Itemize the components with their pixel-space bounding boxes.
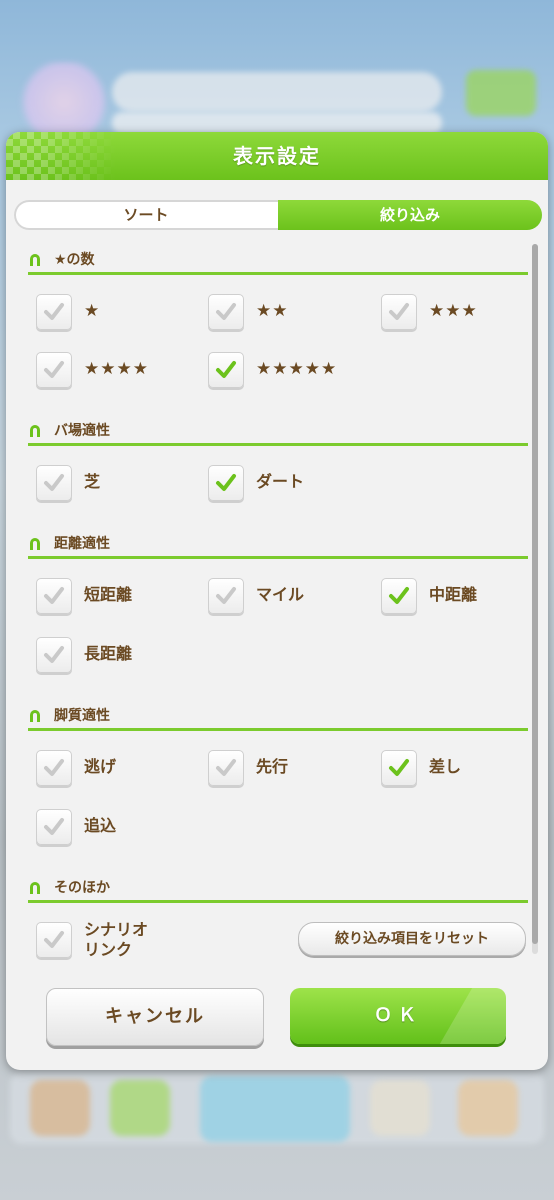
background-bottom-icon: [458, 1080, 518, 1136]
section-header-star-count: ★の数: [28, 250, 528, 275]
scrollbar-thumb[interactable]: [532, 244, 538, 944]
checkmark-icon: [44, 931, 64, 948]
section-title: 距離適性: [54, 536, 110, 552]
checkmark-icon: [44, 759, 64, 776]
background-status-bar-secondary: [112, 112, 442, 134]
checkmark-icon: [216, 303, 236, 320]
background-green-button: [466, 70, 536, 116]
checkbox[interactable]: [208, 465, 244, 501]
checkbox[interactable]: [36, 750, 72, 786]
checkmark-icon: [44, 818, 64, 835]
checkbox[interactable]: [208, 578, 244, 614]
section-header-style: 脚質適性: [28, 706, 528, 731]
checkmark-icon: [216, 587, 236, 604]
dialog-title: 表示設定: [233, 144, 321, 168]
checkmark-icon: [216, 474, 236, 491]
section-title: ★の数: [54, 252, 95, 268]
option-label: シナリオ リンク: [84, 920, 148, 960]
background-bottom-icon: [110, 1080, 170, 1136]
option-label: ★★★★★: [256, 359, 338, 379]
horseshoe-icon: [30, 254, 40, 266]
section-header-distance: 距離適性: [28, 534, 528, 559]
checkbox[interactable]: [36, 294, 72, 330]
background-bottom-icon: [370, 1080, 430, 1136]
section-title: 脚質適性: [54, 708, 110, 724]
horseshoe-icon: [30, 882, 40, 894]
section-header-other: そのほか: [28, 878, 528, 903]
option-label: 先行: [256, 757, 289, 776]
tab-sort[interactable]: ソート: [14, 200, 278, 230]
option-label-line2: リンク: [84, 940, 133, 959]
checkbox[interactable]: [381, 750, 417, 786]
option-label: 短距離: [84, 585, 133, 604]
checkmark-icon: [44, 646, 64, 663]
checkmark-icon: [389, 303, 409, 320]
checkmark-icon: [389, 759, 409, 776]
checkbox[interactable]: [208, 294, 244, 330]
ok-button[interactable]: ＯＫ: [290, 988, 506, 1044]
option-label: ダート: [256, 472, 305, 491]
option-label: 追込: [84, 816, 117, 835]
horseshoe-icon: [30, 425, 40, 437]
option-label: 長距離: [84, 644, 133, 663]
filter-options-list[interactable]: ★の数 ★ ★★ ★★★ ★★★★ ★★★★★ バ場適性 芝 ダート 距離適性 …: [6, 240, 548, 964]
scrollbar[interactable]: [532, 244, 538, 954]
checkbox[interactable]: [381, 578, 417, 614]
section-title: そのほか: [54, 880, 110, 896]
display-settings-dialog: 表示設定 ソート 絞り込み ★の数 ★ ★★ ★★★ ★★★★ ★★★★★ バ場…: [6, 132, 548, 1070]
checkmark-icon: [389, 587, 409, 604]
checkbox[interactable]: [36, 637, 72, 673]
section-title: バ場適性: [54, 423, 110, 439]
cancel-button[interactable]: キャンセル: [46, 988, 264, 1046]
checkmark-icon: [44, 474, 64, 491]
option-label: ★: [84, 301, 101, 321]
option-label: 中距離: [429, 585, 478, 604]
checkmark-icon: [216, 759, 236, 776]
option-label-line1: シナリオ: [84, 920, 149, 939]
checkmark-icon: [44, 361, 64, 378]
checkbox[interactable]: [36, 578, 72, 614]
horseshoe-icon: [30, 710, 40, 722]
checkbox[interactable]: [381, 294, 417, 330]
background-status-bar: [112, 72, 442, 112]
reset-filters-button[interactable]: 絞り込み項目をリセット: [298, 922, 526, 956]
tab-bar: ソート 絞り込み: [14, 200, 542, 230]
checkbox[interactable]: [36, 922, 72, 958]
option-label: ★★: [256, 301, 289, 321]
section-header-track: バ場適性: [28, 421, 528, 446]
option-label: 芝: [84, 472, 101, 491]
option-label: ★★★★: [84, 359, 149, 379]
background-game-logo: [16, 62, 112, 142]
background-bottom-icon: [30, 1080, 90, 1136]
checkbox[interactable]: [36, 809, 72, 845]
dialog-header: 表示設定: [6, 132, 548, 180]
background-bottom-center: [200, 1076, 350, 1142]
option-label: 逃げ: [84, 757, 117, 776]
checkmark-icon: [44, 587, 64, 604]
tab-filter[interactable]: 絞り込み: [278, 200, 542, 230]
checkbox[interactable]: [36, 352, 72, 388]
checkbox[interactable]: [208, 750, 244, 786]
option-label: マイル: [256, 585, 305, 604]
option-label: 差し: [429, 757, 462, 776]
checkmark-icon: [44, 303, 64, 320]
checkbox[interactable]: [36, 465, 72, 501]
option-label: ★★★: [429, 301, 478, 321]
checkmark-icon: [216, 361, 236, 378]
checkbox[interactable]: [208, 352, 244, 388]
horseshoe-icon: [30, 538, 40, 550]
